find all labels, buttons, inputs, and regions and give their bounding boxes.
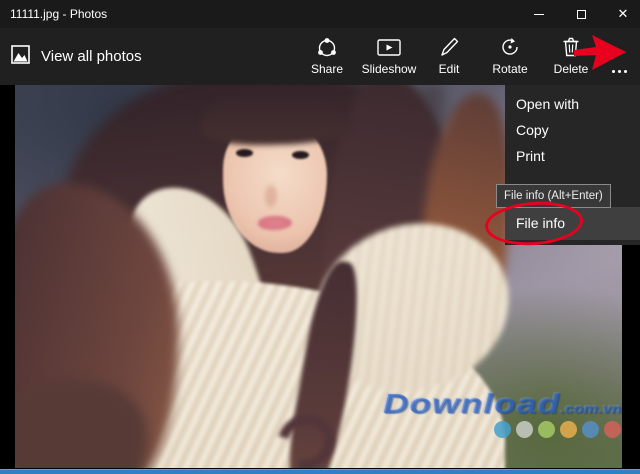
taskbar-edge-strip (0, 469, 640, 474)
watermark-dot (604, 421, 621, 438)
watermark-dot (560, 421, 577, 438)
photo-eye (236, 149, 253, 157)
annotation-arrow-icon (574, 34, 628, 77)
rotate-label: Rotate (492, 62, 528, 76)
watermark-dot (582, 421, 599, 438)
window-title: 11111.jpg - Photos (10, 7, 108, 21)
watermark: Download.com.vn (383, 388, 622, 420)
minimize-icon (534, 13, 544, 15)
share-label: Share (310, 62, 344, 76)
titlebar: 11111.jpg - Photos ✕ (0, 0, 640, 28)
slideshow-icon (376, 35, 402, 59)
rotate-icon (498, 35, 522, 59)
watermark-suffix: .com.vn (560, 401, 622, 416)
edit-pencil-icon (437, 35, 461, 59)
maximize-button[interactable] (566, 0, 596, 28)
rotate-button[interactable]: Rotate (479, 35, 541, 76)
close-button[interactable]: ✕ (606, 0, 640, 28)
close-icon: ✕ (617, 6, 629, 21)
photo-nose (265, 185, 277, 207)
edit-label: Edit (438, 62, 460, 76)
edit-button[interactable]: Edit (418, 35, 480, 76)
minimize-button[interactable] (524, 0, 554, 28)
slideshow-button[interactable]: Slideshow (358, 35, 420, 76)
photos-app-window: 11111.jpg - Photos ✕ View all photos Sha… (0, 0, 640, 474)
menu-item-copy[interactable]: Copy (505, 117, 640, 143)
view-all-photos-label: View all photos (41, 48, 142, 65)
maximize-icon (576, 9, 586, 19)
view-all-photos-button[interactable]: View all photos (11, 28, 142, 85)
watermark-dot (494, 421, 511, 438)
photo-eye (292, 151, 309, 159)
menu-item-open-with[interactable]: Open with (505, 91, 640, 117)
menu-item-print[interactable]: Print (505, 143, 640, 169)
watermark-dot (516, 421, 533, 438)
watermark-dots (494, 421, 621, 438)
toolbar: View all photos Share Slideshow Edit Rot… (0, 28, 640, 85)
photos-gallery-icon (11, 44, 30, 69)
share-button[interactable]: Share (296, 35, 358, 76)
slideshow-label: Slideshow (361, 62, 417, 76)
share-icon (315, 35, 339, 59)
watermark-brand: Download (383, 388, 561, 419)
watermark-dot (538, 421, 555, 438)
